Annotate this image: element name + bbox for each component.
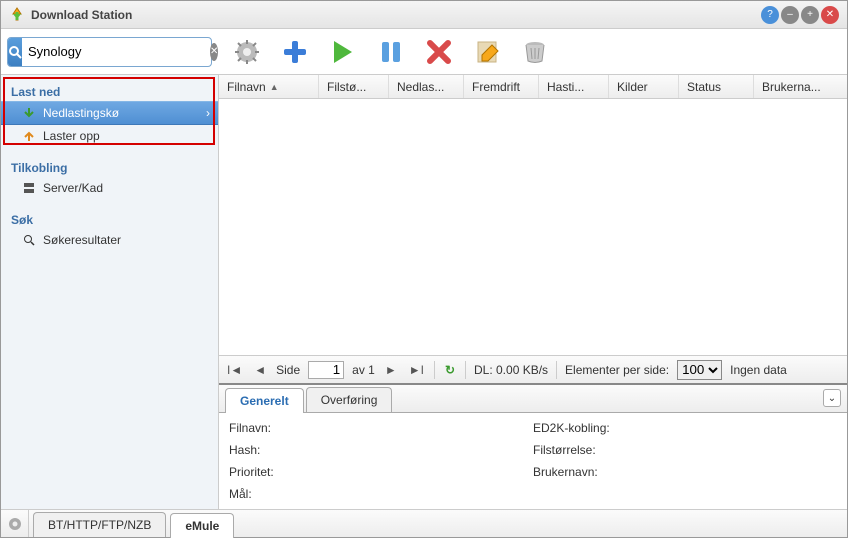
prev-page-button[interactable]: ◄ xyxy=(252,363,268,377)
sidebar-item-label: Server/Kad xyxy=(43,181,103,195)
detail-target-label: Mål: xyxy=(229,487,533,501)
footer-settings-button[interactable] xyxy=(1,510,29,537)
dl-speed-label: DL: 0.00 KB/s xyxy=(474,363,548,377)
window-title: Download Station xyxy=(31,8,761,22)
last-page-button[interactable]: ►I xyxy=(407,363,426,377)
col-status[interactable]: Status xyxy=(679,75,754,98)
col-sources[interactable]: Kilder xyxy=(609,75,679,98)
main-panel: Filnavn▲ Filstø... Nedlas... Fremdrift H… xyxy=(219,75,847,509)
detail-filesize-label: Filstørrelse: xyxy=(533,443,837,457)
edit-button[interactable] xyxy=(472,37,502,67)
search-box: ✕ xyxy=(7,37,212,67)
toolbar-row: ✕ xyxy=(1,29,847,75)
detail-priority-label: Prioritet: xyxy=(229,465,533,479)
close-button[interactable]: ✕ xyxy=(821,6,839,24)
refresh-button[interactable]: ↻ xyxy=(443,363,457,377)
col-username[interactable]: Brukerna... xyxy=(754,75,847,98)
page-label: Side xyxy=(276,363,300,377)
page-of-label: av 1 xyxy=(352,363,375,377)
sidebar: Last ned Nedlastingskø › Laster opp Tilk… xyxy=(1,75,219,509)
start-button[interactable] xyxy=(328,37,358,67)
toolbar xyxy=(232,37,550,67)
delete-button[interactable] xyxy=(424,37,454,67)
tab-general[interactable]: Generelt xyxy=(225,388,304,413)
server-icon xyxy=(23,182,37,194)
footer-tab-bt[interactable]: BT/HTTP/FTP/NZB xyxy=(33,512,166,537)
collapse-details-button[interactable]: ⌄ xyxy=(823,389,841,407)
next-page-button[interactable]: ► xyxy=(383,363,399,377)
sidebar-item-server[interactable]: Server/Kad xyxy=(1,177,218,199)
column-headers: Filnavn▲ Filstø... Nedlas... Fremdrift H… xyxy=(219,75,847,99)
detail-filename-label: Filnavn: xyxy=(229,421,533,435)
footer: BT/HTTP/FTP/NZB eMule xyxy=(1,509,847,537)
per-page-select[interactable]: 100 xyxy=(677,360,722,380)
search-results-icon xyxy=(23,234,37,246)
detail-ed2k-label: ED2K-kobling: xyxy=(533,421,837,435)
details-panel: Generelt Overføring ⌄ Filnavn: ED2K-kobl… xyxy=(219,383,847,509)
settings-button[interactable] xyxy=(232,37,262,67)
first-page-button[interactable]: I◄ xyxy=(225,363,244,377)
detail-username-label: Brukernavn: xyxy=(533,465,837,479)
grid-body xyxy=(219,99,847,355)
col-progress[interactable]: Fremdrift xyxy=(464,75,539,98)
sidebar-item-search-results[interactable]: Søkeresultater xyxy=(1,229,218,251)
sort-asc-icon: ▲ xyxy=(270,82,279,92)
minimize-button[interactable]: – xyxy=(781,6,799,24)
clear-search-button[interactable]: ✕ xyxy=(210,43,218,61)
detail-hash-label: Hash: xyxy=(229,443,533,457)
sidebar-section-search: Søk xyxy=(1,199,218,229)
app-window: Download Station ? – + ✕ ✕ xyxy=(0,0,848,538)
window-buttons: ? – + ✕ xyxy=(761,6,839,24)
per-page-label: Elementer per side: xyxy=(565,363,669,377)
sidebar-item-label: Søkeresultater xyxy=(43,233,121,247)
page-input[interactable] xyxy=(308,361,344,379)
search-input[interactable] xyxy=(22,44,210,59)
footer-tab-emule[interactable]: eMule xyxy=(170,513,234,538)
details-body: Filnavn: ED2K-kobling: Hash: Filstørrels… xyxy=(219,413,847,509)
maximize-button[interactable]: + xyxy=(801,6,819,24)
col-filename[interactable]: Filnavn▲ xyxy=(219,75,319,98)
clear-completed-button[interactable] xyxy=(520,37,550,67)
body-area: Last ned Nedlastingskø › Laster opp Tilk… xyxy=(1,75,847,509)
add-button[interactable] xyxy=(280,37,310,67)
col-downloaded[interactable]: Nedlas... xyxy=(389,75,464,98)
pause-button[interactable] xyxy=(376,37,406,67)
help-button[interactable]: ? xyxy=(761,6,779,24)
col-speed[interactable]: Hasti... xyxy=(539,75,609,98)
pager: I◄ ◄ Side av 1 ► ►I ↻ DL: 0.00 KB/s Elem… xyxy=(219,355,847,383)
app-icon xyxy=(9,7,25,23)
highlight-box xyxy=(3,77,215,145)
titlebar: Download Station ? – + ✕ xyxy=(1,1,847,29)
sidebar-section-connection: Tilkobling xyxy=(1,147,218,177)
search-icon[interactable] xyxy=(8,38,22,66)
col-filesize[interactable]: Filstø... xyxy=(319,75,389,98)
details-tabs: Generelt Overføring ⌄ xyxy=(219,385,847,413)
tab-transfer[interactable]: Overføring xyxy=(306,387,393,412)
no-data-label: Ingen data xyxy=(730,363,787,377)
